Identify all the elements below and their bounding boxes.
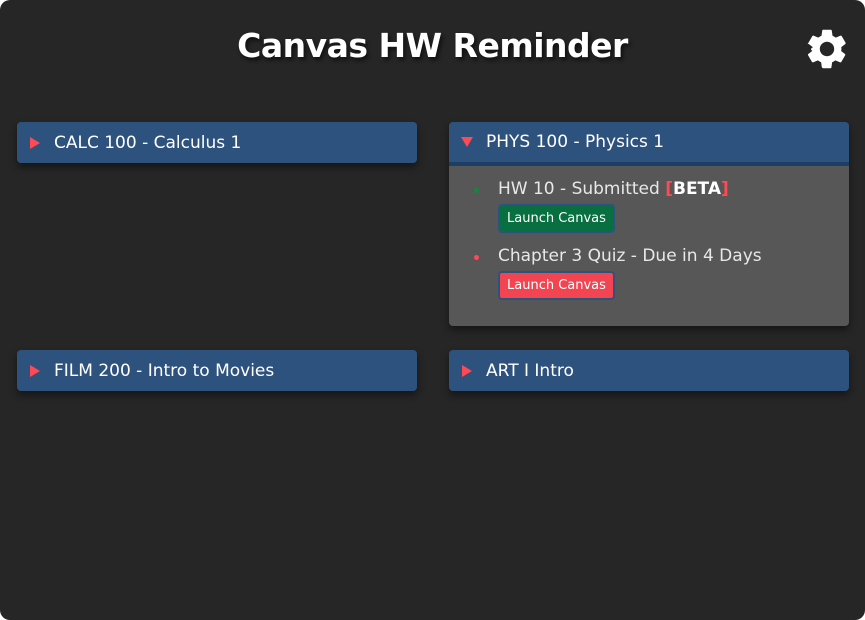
assignment-title: HW 10 - Submitted [498,179,660,199]
course-name: ART I Intro [486,360,574,381]
collapsed-arrow-icon [29,136,51,150]
assignment-title: Chapter 3 Quiz - Due in 4 Days [498,246,762,266]
beta-badge: [BETA] [665,179,729,199]
course-card-film: FILM 200 - Intro to Movies [17,350,417,391]
launch-canvas-button[interactable]: Launch Canvas [498,204,615,233]
course-name: PHYS 100 - Physics 1 [486,132,665,152]
gear-icon [807,29,846,69]
course-name: FILM 200 - Intro to Movies [54,360,275,381]
status-dot-icon [474,255,479,260]
course-header-calc[interactable]: CALC 100 - Calculus 1 [17,122,417,163]
page-title: Canvas HW Reminder [237,26,628,65]
course-card-art: ART I Intro [449,350,849,391]
expanded-arrow-icon [461,135,483,149]
course-name: CALC 100 - Calculus 1 [54,132,242,153]
course-header-phys[interactable]: PHYS 100 - Physics 1 [449,122,849,166]
settings-button[interactable] [803,25,851,73]
collapsed-arrow-icon [29,364,51,378]
course-card-calc: CALC 100 - Calculus 1 [17,122,417,163]
course-header-art[interactable]: ART I Intro [449,350,849,391]
collapsed-arrow-icon [461,364,483,378]
app-window: Canvas HW Reminder CALC 100 - Calculus 1… [0,0,865,620]
course-card-phys: PHYS 100 - Physics 1 HW 10 - Submitted [… [449,122,849,326]
assignment-item: Chapter 3 Quiz - Due in 4 Days Launch Ca… [449,245,849,300]
status-dot-icon [474,188,479,193]
launch-canvas-button[interactable]: Launch Canvas [498,271,615,300]
assignment-item: HW 10 - Submitted [BETA] Launch Canvas [449,178,849,233]
assignment-list: HW 10 - Submitted [BETA] Launch Canvas C… [449,166,849,326]
course-header-film[interactable]: FILM 200 - Intro to Movies [17,350,417,391]
